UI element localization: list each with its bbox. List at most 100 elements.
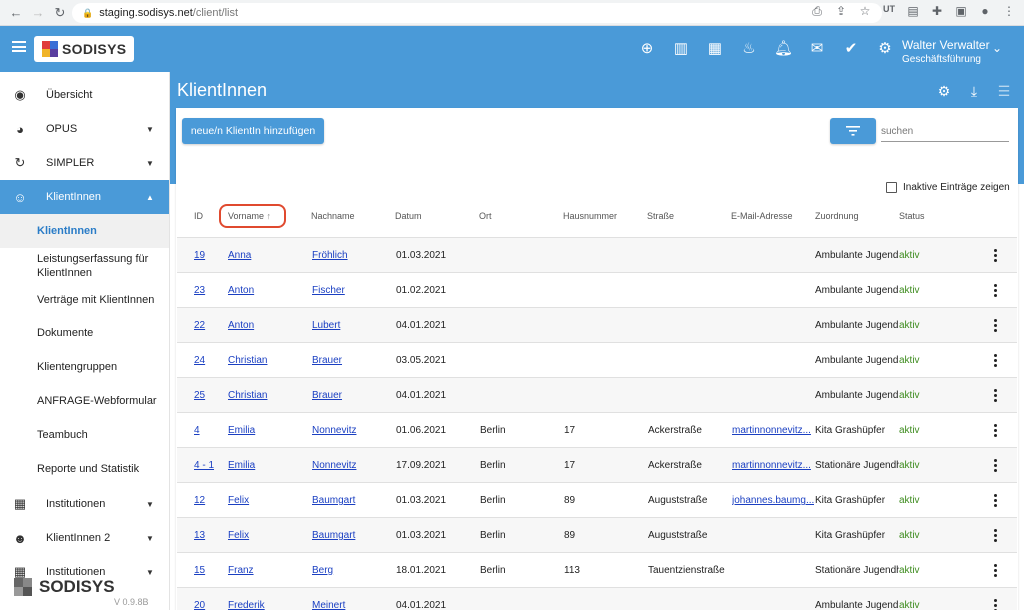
- cell-email[interactable]: [732, 518, 814, 553]
- puzzle-icon[interactable]: ✚: [930, 4, 944, 19]
- cell-nachname[interactable]: Lubert: [312, 308, 392, 343]
- cake-icon[interactable]: ♨: [740, 40, 758, 58]
- profile-avatar-icon[interactable]: ●: [978, 4, 992, 19]
- column-header-ort[interactable]: Ort: [479, 211, 492, 221]
- row-more-icon[interactable]: [994, 319, 998, 334]
- row-more-icon[interactable]: [994, 599, 998, 610]
- address-bar[interactable]: 🔒 staging.sodisys.net/client/list: [72, 3, 882, 23]
- brand-logo[interactable]: SODISYS: [34, 36, 134, 62]
- cell-nachname[interactable]: Baumgart: [312, 518, 392, 553]
- column-header-status[interactable]: Status: [899, 211, 925, 221]
- mail-icon[interactable]: ✉: [808, 40, 826, 58]
- sidepanel-icon[interactable]: ▣: [954, 4, 968, 19]
- column-header-strasse[interactable]: Straße: [647, 211, 674, 221]
- share-icon[interactable]: ⇪: [834, 4, 848, 19]
- table-row[interactable]: 4 - 1 Emilia Nonnevitz 17.09.2021 Berlin 17 Ac…: [177, 447, 1017, 482]
- add-client-button[interactable]: neue/n KlientIn hinzufügen: [182, 118, 324, 144]
- cell-id[interactable]: 25: [194, 378, 224, 413]
- cell-id[interactable]: 15: [194, 553, 224, 588]
- sidebar-item-klientinnen-2[interactable]: ☻ KlientInnen 2 ▼: [0, 521, 169, 555]
- row-more-icon[interactable]: [994, 389, 998, 404]
- cell-vorname[interactable]: Franz: [228, 553, 308, 588]
- sidebar-subitem-anfrage-webformular[interactable]: ANFRAGE-Webformular: [0, 384, 169, 418]
- row-more-icon[interactable]: [994, 354, 998, 369]
- cell-id[interactable]: 12: [194, 483, 224, 518]
- cell-nachname[interactable]: Meinert: [312, 588, 392, 610]
- filter-button[interactable]: [830, 118, 876, 144]
- menu-icon[interactable]: [12, 41, 26, 52]
- cell-id[interactable]: 24: [194, 343, 224, 378]
- cell-id[interactable]: 19: [194, 238, 224, 273]
- cell-email[interactable]: [732, 343, 814, 378]
- cell-vorname[interactable]: Frederik: [228, 588, 308, 610]
- board-icon[interactable]: ▥: [672, 40, 690, 58]
- cell-nachname[interactable]: Baumgart: [312, 483, 392, 518]
- table-row[interactable]: 19 Anna Fröhlich 01.03.2021 Ambulante Jugend…: [177, 237, 1017, 272]
- cell-nachname[interactable]: Brauer: [312, 343, 392, 378]
- cell-email[interactable]: [732, 553, 814, 588]
- cell-vorname[interactable]: Anton: [228, 308, 308, 343]
- table-row[interactable]: 13 Felix Baumgart 01.03.2021 Berlin 89 Augusts…: [177, 517, 1017, 552]
- column-header-datum[interactable]: Datum: [395, 211, 422, 221]
- cell-vorname[interactable]: Anna: [228, 238, 308, 273]
- sidebar-item-uebersicht[interactable]: ◉ Übersicht: [0, 78, 169, 112]
- cell-id[interactable]: 23: [194, 273, 224, 308]
- cell-nachname[interactable]: Fischer: [312, 273, 392, 308]
- sidebar-item-opus[interactable]: ◕ OPUS ▼: [0, 112, 169, 146]
- sidebar-item-klientinnen[interactable]: ☺ KlientInnen ▲: [0, 180, 169, 214]
- table-row[interactable]: 20 Frederik Meinert 04.01.2021 Ambulante Jug…: [177, 587, 1017, 610]
- sidebar-subitem-klientinnen[interactable]: KlientInnen: [0, 214, 169, 248]
- cell-nachname[interactable]: Nonnevitz: [312, 413, 392, 448]
- column-header-email[interactable]: E-Mail-Adresse: [731, 211, 793, 221]
- sidebar-subitem-dokumente[interactable]: Dokumente: [0, 316, 169, 350]
- cell-id[interactable]: 13: [194, 518, 224, 553]
- extension-ut-icon[interactable]: UT: [882, 4, 896, 19]
- row-more-icon[interactable]: [994, 459, 998, 474]
- cell-email[interactable]: [732, 273, 814, 308]
- table-row[interactable]: 12 Felix Baumgart 01.03.2021 Berlin 89 Augusts…: [177, 482, 1017, 517]
- settings-icon[interactable]: ⚙: [936, 83, 952, 100]
- table-row[interactable]: 22 Anton Lubert 04.01.2021 Ambulante Jugendh…: [177, 307, 1017, 342]
- search-input[interactable]: [881, 122, 1009, 142]
- cell-vorname[interactable]: Christian: [228, 378, 308, 413]
- back-icon[interactable]: ←: [6, 5, 26, 20]
- inactive-entries-toggle[interactable]: Inaktive Einträge zeigen: [886, 182, 1010, 193]
- row-more-icon[interactable]: [994, 284, 998, 299]
- column-header-nachname[interactable]: Nachname: [311, 211, 355, 221]
- cell-id[interactable]: 20: [194, 588, 224, 610]
- cell-id[interactable]: 22: [194, 308, 224, 343]
- table-row[interactable]: 23 Anton Fischer 01.02.2021 Ambulante Jugend…: [177, 272, 1017, 307]
- cell-vorname[interactable]: Anton: [228, 273, 308, 308]
- extension-book-icon[interactable]: ▤: [906, 4, 920, 19]
- checklist-icon[interactable]: ☰: [996, 83, 1012, 100]
- sidebar-subitem-leistungserfassung[interactable]: Leistungserfassung für KlientInnen: [0, 248, 169, 284]
- sidebar-subitem-vertraege[interactable]: Verträge mit KlientInnen: [0, 284, 169, 316]
- column-header-hausnummer[interactable]: Hausnummer: [563, 211, 617, 221]
- forward-icon[interactable]: →: [28, 5, 48, 20]
- cell-nachname[interactable]: Fröhlich: [312, 238, 392, 273]
- column-header-id[interactable]: ID: [194, 211, 203, 221]
- sidebar-item-institutionen[interactable]: ▦ Institutionen ▼: [0, 487, 169, 521]
- cell-email[interactable]: [732, 588, 814, 610]
- calendar-icon[interactable]: ▦: [706, 40, 724, 58]
- table-row[interactable]: 24 Christian Brauer 03.05.2021 Ambulante Jug…: [177, 342, 1017, 377]
- cell-id[interactable]: 4: [194, 413, 224, 448]
- cell-email[interactable]: [732, 378, 814, 413]
- row-more-icon[interactable]: [994, 249, 998, 264]
- cell-id[interactable]: 4 - 1: [194, 448, 224, 483]
- sidebar-subitem-klientengruppen[interactable]: Klientengruppen: [0, 350, 169, 384]
- row-more-icon[interactable]: [994, 564, 998, 579]
- settings-icon[interactable]: ⚙: [876, 40, 894, 58]
- more-menu-icon[interactable]: ⋮: [1002, 4, 1016, 19]
- cell-nachname[interactable]: Nonnevitz: [312, 448, 392, 483]
- cell-email[interactable]: johannes.baumg...: [732, 483, 814, 518]
- bell-icon[interactable]: 🔔︎: [774, 40, 793, 58]
- install-icon[interactable]: ⎙: [810, 4, 824, 19]
- table-row[interactable]: 4 Emilia Nonnevitz 01.06.2021 Berlin 17 Ackers…: [177, 412, 1017, 447]
- table-row[interactable]: 25 Christian Brauer 04.01.2021 Ambulante Jug…: [177, 377, 1017, 412]
- row-more-icon[interactable]: [994, 494, 998, 509]
- column-header-zuordnung[interactable]: Zuordnung: [815, 211, 859, 221]
- sidebar-subitem-teambuch[interactable]: Teambuch: [0, 418, 169, 452]
- cell-nachname[interactable]: Brauer: [312, 378, 392, 413]
- cell-vorname[interactable]: Emilia: [228, 413, 308, 448]
